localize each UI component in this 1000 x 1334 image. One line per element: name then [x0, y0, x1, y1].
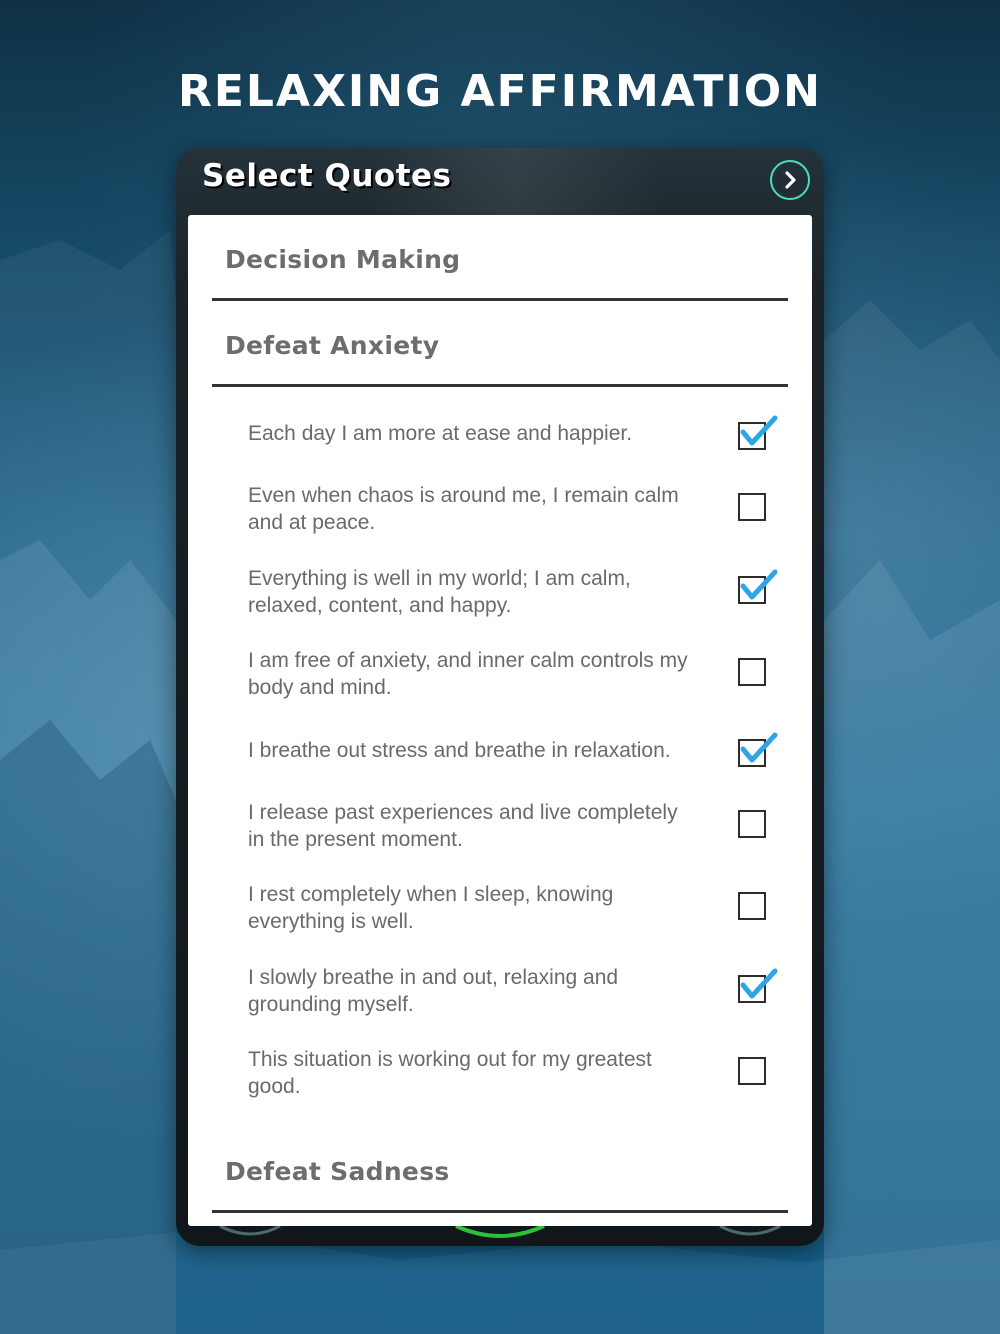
category-defeat-sadness[interactable]: Defeat Sadness — [212, 1127, 788, 1213]
quote-checkbox[interactable] — [738, 415, 778, 450]
checkmark-icon — [740, 732, 778, 763]
card-title: Select Quotes — [202, 158, 452, 194]
quote-checkbox[interactable] — [738, 810, 766, 838]
quote-checkbox[interactable] — [738, 569, 778, 604]
quotes-list-panel[interactable]: Decision Making Defeat Anxiety Each day … — [188, 215, 812, 1226]
quote-checkbox[interactable] — [738, 892, 766, 920]
checkmark-icon — [740, 415, 778, 446]
quote-text: Even when chaos is around me, I remain c… — [248, 484, 679, 534]
category-label: Decision Making — [225, 245, 461, 274]
category-defeat-anxiety[interactable]: Defeat Anxiety — [212, 301, 788, 387]
quote-text: I rest completely when I sleep, knowing … — [248, 883, 614, 933]
checkmark-icon — [740, 968, 778, 999]
quote-checkbox[interactable] — [738, 968, 778, 1003]
category-decision-making[interactable]: Decision Making — [212, 215, 788, 301]
quote-text: Everything is well in my world; I am cal… — [248, 567, 631, 617]
quote-text: I breathe out stress and breathe in rela… — [248, 739, 671, 762]
next-button[interactable] — [770, 160, 810, 200]
app-headline: RELAXING AFFIRMATION — [177, 66, 823, 117]
select-quotes-card: Select Quotes Decision Making Defeat Anx… — [176, 148, 824, 1246]
quote-checkbox[interactable] — [738, 1057, 766, 1085]
chevron-right-icon — [785, 171, 796, 189]
quote-text: I slowly breathe in and out, relaxing an… — [248, 966, 619, 1016]
quote-checkbox[interactable] — [738, 658, 766, 686]
category-label: Defeat Anxiety — [225, 331, 440, 360]
quote-checkbox[interactable] — [738, 732, 778, 767]
quote-text: Each day I am more at ease and happier. — [248, 422, 633, 445]
category-label: Defeat Sadness — [225, 1157, 450, 1186]
quote-checkbox[interactable] — [738, 493, 766, 521]
quote-text: This situation is working out for my gre… — [248, 1048, 652, 1098]
checkmark-icon — [740, 569, 778, 600]
quote-text: I am free of anxiety, and inner calm con… — [248, 649, 688, 699]
quote-text: I release past experiences and live comp… — [248, 801, 678, 851]
